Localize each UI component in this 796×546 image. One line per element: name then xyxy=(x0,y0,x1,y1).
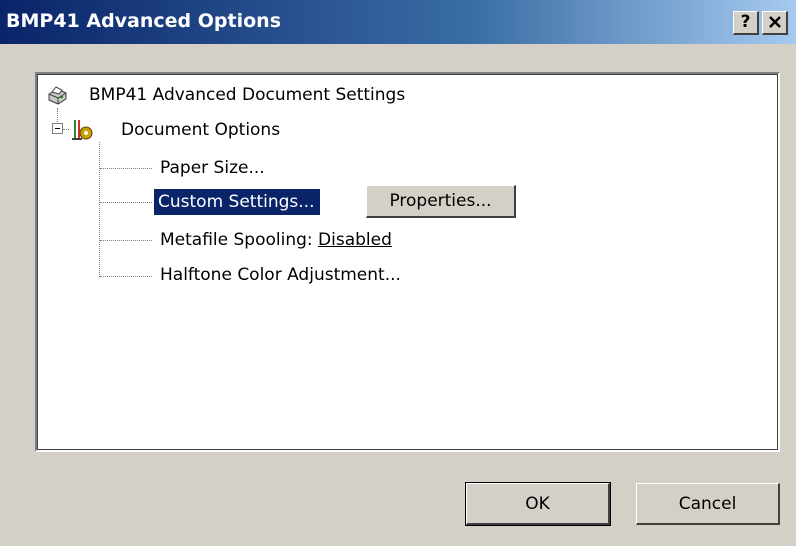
halftone-color-adjustment-item[interactable]: Halftone Color Adjustment... xyxy=(160,264,401,286)
ok-button[interactable]: OK xyxy=(465,482,611,526)
metafile-spooling-value[interactable]: Disabled xyxy=(318,230,392,250)
cancel-button[interactable]: Cancel xyxy=(636,483,780,525)
title-bar[interactable]: BMP41 Advanced Options ? xyxy=(0,0,796,44)
tree-connector xyxy=(100,168,152,169)
tree-connector xyxy=(100,276,152,277)
tree-root-label[interactable]: BMP41 Advanced Document Settings xyxy=(89,84,405,106)
help-button[interactable]: ? xyxy=(733,11,759,35)
tree-connector xyxy=(100,202,152,203)
custom-settings-item[interactable]: Custom Settings... xyxy=(154,189,321,215)
close-icon xyxy=(768,16,781,28)
tree-connector xyxy=(63,129,69,130)
metafile-spooling-item[interactable]: Metafile Spooling: Disabled xyxy=(160,229,392,251)
advanced-options-dialog: BMP41 Advanced Options ? BMP41 Advanced … xyxy=(0,0,796,546)
properties-button[interactable]: Properties... xyxy=(366,185,516,218)
document-options-label[interactable]: Document Options xyxy=(121,119,280,141)
close-button[interactable] xyxy=(762,11,788,35)
paper-size-item[interactable]: Paper Size... xyxy=(160,157,265,179)
settings-tree[interactable]: BMP41 Advanced Document Settings Documen… xyxy=(35,72,780,452)
tree-connector xyxy=(57,108,58,122)
printer-icon xyxy=(48,86,67,105)
window-title: BMP41 Advanced Options xyxy=(6,10,282,32)
tree-connector xyxy=(100,240,152,241)
metafile-spooling-label: Metafile Spooling: xyxy=(160,230,319,250)
collapse-toggle[interactable] xyxy=(52,123,63,134)
gear-options-icon xyxy=(72,120,93,140)
tree-connector xyxy=(99,142,100,277)
